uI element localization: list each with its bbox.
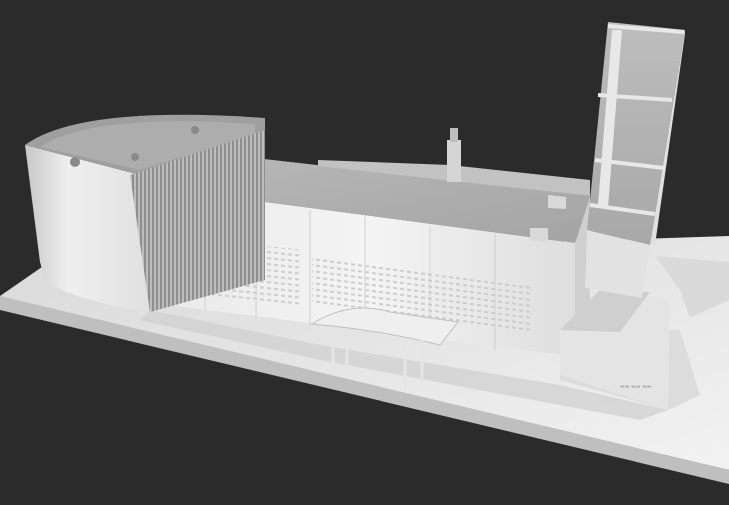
svg-text:▬▬ ▬▬ ▬▬: ▬▬ ▬▬ ▬▬ <box>620 384 652 390</box>
cylinder-volume <box>25 114 265 312</box>
building-model-svg: ▬▬ ▬▬ ▬▬ <box>0 22 729 484</box>
architectural-render: ▬▬ ▬▬ ▬▬ <box>0 0 729 505</box>
